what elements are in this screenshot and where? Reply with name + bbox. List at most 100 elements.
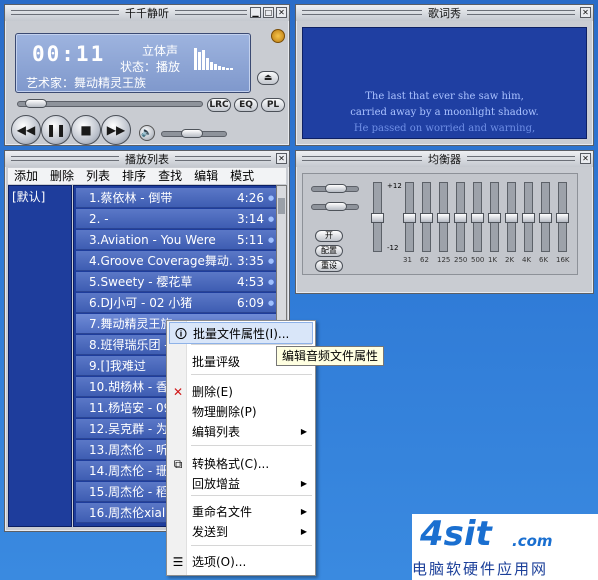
watermark-subtitle: 电脑软硬件应用网 bbox=[412, 560, 549, 578]
eq-band-label: 500 bbox=[471, 256, 485, 264]
eject-button[interactable]: ⏏ bbox=[257, 71, 279, 85]
context-menu-item[interactable]: ☰ 选项(O)... bbox=[167, 551, 315, 573]
main-player-titlebar[interactable]: 千千静听 ▁ □ ✕ bbox=[5, 5, 289, 21]
eq-band-slider[interactable] bbox=[403, 182, 416, 252]
eq-band-label: 16K bbox=[556, 256, 570, 264]
eq-band-slider[interactable] bbox=[522, 182, 535, 252]
scroll-thumb[interactable] bbox=[278, 198, 285, 214]
eq-band-slider[interactable] bbox=[437, 182, 450, 252]
context-menu-label: 编辑列表 bbox=[192, 425, 241, 439]
progress-knob[interactable] bbox=[25, 99, 47, 108]
artist-label: 艺术家：舞动精灵王族 bbox=[26, 76, 147, 90]
eq-band-label: 31 bbox=[403, 256, 412, 264]
stop-button[interactable]: ■ bbox=[71, 115, 101, 145]
lyric-line: The last that ever she saw him, bbox=[365, 91, 524, 102]
track-title: 2. - bbox=[89, 211, 109, 226]
context-menu-item[interactable]: ⧉ 转换格式(C)... bbox=[167, 453, 315, 475]
equalizer-titlebar[interactable]: 均衡器 ✕ bbox=[296, 151, 593, 167]
menu-list[interactable]: 列表 bbox=[80, 168, 116, 184]
context-menu-label: 批量文件属性(I)... bbox=[193, 327, 290, 341]
volume-knob[interactable] bbox=[181, 129, 203, 138]
equalizer-close-button[interactable]: ✕ bbox=[580, 153, 591, 164]
main-player-window: 千千静听 ▁ □ ✕ 00:11 立体声 状态：播放 艺术家：舞动精灵王族 ⏏ … bbox=[4, 4, 290, 146]
previous-button[interactable]: ◀◀ bbox=[11, 115, 41, 145]
options-icon: ☰ bbox=[172, 555, 184, 569]
surround-knob[interactable] bbox=[325, 202, 347, 211]
eq-band-slider[interactable] bbox=[505, 182, 518, 252]
default-list-item[interactable]: [默认] bbox=[12, 188, 45, 205]
close-button[interactable]: ✕ bbox=[276, 7, 287, 18]
maximize-button[interactable]: □ bbox=[263, 7, 274, 18]
track-duration: 4:53 bbox=[237, 274, 264, 289]
menu-find[interactable]: 查找 bbox=[152, 168, 188, 184]
eq-reset-button[interactable]: 重设 bbox=[315, 260, 343, 272]
track-row[interactable]: 4.Groove Coverage舞动… 3:35 ● bbox=[76, 251, 276, 271]
eq-on-button[interactable]: 开 bbox=[315, 230, 343, 242]
track-title: 1.蔡依林 - 倒带 bbox=[89, 191, 173, 205]
lyrics-title: 歌词秀 bbox=[422, 5, 467, 21]
lyric-line: carried away by a moonlight shadow. bbox=[350, 107, 539, 118]
watermark: 4sit .com 电脑软硬件应用网 bbox=[412, 514, 598, 580]
submenu-arrow-icon: ▶ bbox=[300, 427, 307, 436]
channel-mode: 立体声 bbox=[142, 44, 179, 58]
track-duration: 4:26 bbox=[237, 190, 264, 205]
menu-edit[interactable]: 编辑 bbox=[188, 168, 224, 184]
track-duration: 3:35 bbox=[237, 253, 264, 268]
balance-knob[interactable] bbox=[325, 184, 347, 193]
lyrics-window: 歌词秀 ✕ The last that ever she saw him, ca… bbox=[295, 4, 594, 146]
eq-band-label: 125 bbox=[437, 256, 451, 264]
context-menu-item[interactable]: 回放增益 ▶ bbox=[167, 473, 315, 495]
pause-button[interactable]: ❚❚ bbox=[41, 115, 71, 145]
submenu-arrow-icon: ▶ bbox=[300, 507, 307, 516]
eq-band-slider[interactable] bbox=[539, 182, 552, 252]
menu-mode[interactable]: 模式 bbox=[224, 168, 260, 184]
track-row[interactable]: 3.Aviation - You Were 5:11 ● bbox=[76, 230, 276, 250]
pl-button[interactable]: PL bbox=[261, 98, 285, 112]
volume-icon[interactable]: 🔈 bbox=[139, 125, 155, 141]
headphone-icon[interactable] bbox=[271, 29, 285, 43]
track-title: 4.Groove Coverage舞动… bbox=[89, 254, 234, 268]
track-row[interactable]: 5.Sweety - 樱花草 4:53 ● bbox=[76, 272, 276, 292]
track-row[interactable]: 2. - 3:14 ● bbox=[76, 209, 276, 229]
menu-delete[interactable]: 删除 bbox=[44, 168, 80, 184]
preamp-slider[interactable] bbox=[371, 182, 384, 252]
lrc-button[interactable]: LRC bbox=[207, 98, 231, 112]
convert-icon: ⧉ bbox=[173, 457, 183, 471]
lcd-display: 00:11 立体声 状态：播放 艺术家：舞动精灵王族 bbox=[15, 33, 251, 93]
eq-band-slider[interactable] bbox=[454, 182, 467, 252]
context-menu-item[interactable]: 重命名文件 ▶ bbox=[167, 501, 315, 523]
menu-add[interactable]: 添加 bbox=[8, 168, 44, 184]
eq-plus-label: +12 bbox=[387, 182, 402, 190]
context-menu-item[interactable]: ✕ 删除(E) bbox=[167, 381, 315, 403]
minimize-button[interactable]: ▁ bbox=[250, 7, 261, 18]
playlist-title: 播放列表 bbox=[119, 151, 175, 167]
track-title: 5.Sweety - 樱花草 bbox=[89, 275, 193, 289]
context-menu-item[interactable]: 发送到 ▶ bbox=[167, 521, 315, 543]
lyrics-titlebar[interactable]: 歌词秀 ✕ bbox=[296, 5, 593, 21]
track-row[interactable]: 6.DJ小可 - 02 小猪 6:09 ● bbox=[76, 293, 276, 313]
eq-band-label: 4K bbox=[522, 256, 532, 264]
eq-band-slider[interactable] bbox=[420, 182, 433, 252]
eq-preset-button[interactable]: 配置 bbox=[315, 245, 343, 257]
track-row[interactable]: 1.蔡依林 - 倒带 4:26 ● bbox=[76, 188, 276, 208]
context-menu-item[interactable]: 🛈 批量文件属性(I)... bbox=[169, 322, 313, 344]
eq-band-slider[interactable] bbox=[488, 182, 501, 252]
playlist-close-button[interactable]: ✕ bbox=[276, 153, 287, 164]
eq-band-label: 250 bbox=[454, 256, 468, 264]
lyrics-close-button[interactable]: ✕ bbox=[580, 7, 591, 18]
eq-band-slider[interactable] bbox=[471, 182, 484, 252]
track-duration: 6:09 bbox=[237, 295, 264, 310]
next-button[interactable]: ▶▶ bbox=[101, 115, 131, 145]
context-menu-label: 选项(O)... bbox=[192, 555, 247, 569]
eq-band-slider[interactable] bbox=[556, 182, 569, 252]
eq-button[interactable]: EQ bbox=[234, 98, 258, 112]
track-icon: ● bbox=[267, 256, 275, 265]
context-menu-item[interactable]: 编辑列表 ▶ bbox=[167, 421, 315, 443]
watermark-domain: .com bbox=[512, 532, 553, 550]
menu-sort[interactable]: 排序 bbox=[116, 168, 152, 184]
playlist-titlebar[interactable]: 播放列表 ✕ bbox=[5, 151, 289, 167]
track-icon: ● bbox=[267, 277, 275, 286]
context-menu-item[interactable]: 物理删除(P) bbox=[167, 401, 315, 423]
context-menu-label: 发送到 bbox=[192, 525, 229, 539]
play-status: 状态：播放 bbox=[120, 60, 181, 74]
